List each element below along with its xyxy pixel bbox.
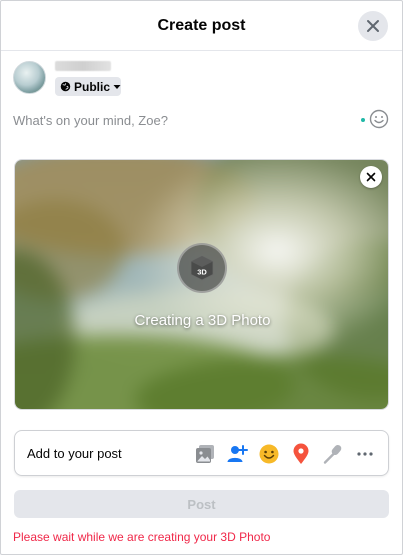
add-to-post-actions — [193, 442, 376, 465]
caret-down-icon — [113, 84, 121, 89]
check-in-button[interactable] — [289, 442, 312, 465]
add-to-post-bar: Add to your post — [14, 430, 389, 476]
add-to-post-label: Add to your post — [27, 445, 122, 461]
media-preview: 3D Creating a 3D Photo — [14, 159, 389, 410]
check-in-icon — [293, 443, 308, 464]
remove-media-button[interactable] — [360, 166, 382, 188]
privacy-selector-button[interactable]: Public — [55, 77, 121, 96]
user-name-redacted — [55, 61, 111, 71]
close-icon — [367, 20, 379, 32]
text-background-dot[interactable] — [361, 118, 365, 122]
privacy-label: Public — [73, 79, 110, 94]
tag-people-button[interactable] — [225, 442, 248, 465]
photo-video-button[interactable] — [193, 442, 216, 465]
close-icon — [366, 172, 376, 182]
host-qa-button[interactable] — [321, 442, 344, 465]
host-qa-icon — [323, 444, 341, 464]
more-icon — [356, 451, 373, 456]
avatar[interactable] — [13, 61, 46, 94]
emoji-icon — [369, 109, 389, 129]
more-options-button[interactable] — [353, 442, 376, 465]
feeling-icon — [259, 444, 278, 463]
create-post-dialog: Create post Public What's on your mind, … — [0, 0, 403, 555]
tag-people-icon — [227, 444, 248, 462]
close-dialog-button[interactable] — [358, 11, 388, 41]
post-text-input[interactable] — [13, 111, 353, 129]
processing-warning: Please wait while we are creating your 3… — [13, 530, 271, 544]
feeling-activity-button[interactable] — [257, 442, 280, 465]
photo-video-icon — [195, 444, 214, 463]
dialog-title: Create post — [157, 16, 246, 34]
cube-icon: 3D — [190, 255, 214, 281]
post-button[interactable]: Post — [14, 490, 389, 518]
dialog-header: Create post — [1, 1, 402, 51]
globe-icon — [60, 81, 71, 92]
emoji-picker-button[interactable] — [369, 109, 389, 129]
creating-3d-status: Creating a 3D Photo — [134, 312, 271, 329]
3d-badge-text: 3D — [197, 268, 207, 277]
3d-photo-badge: 3D — [177, 243, 227, 293]
